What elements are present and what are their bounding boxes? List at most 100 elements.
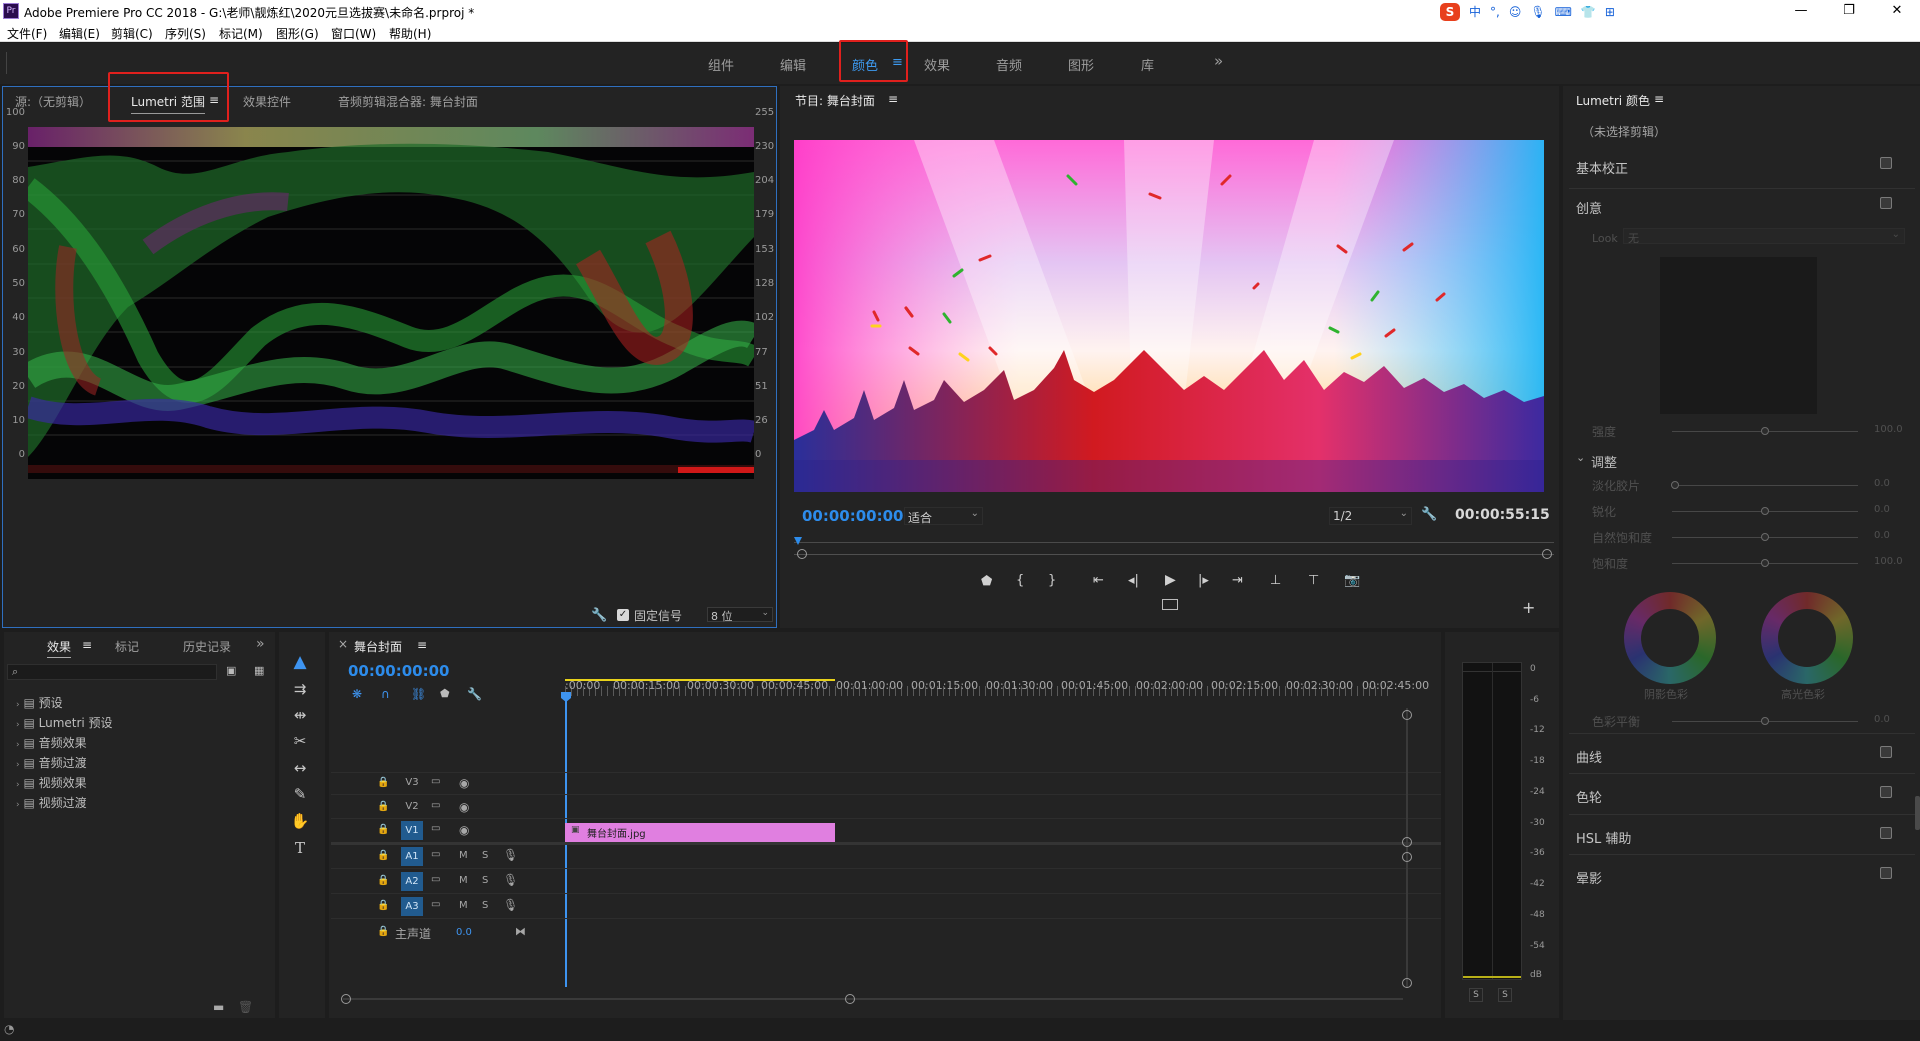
extract-icon[interactable]: ⊤ — [1308, 573, 1319, 588]
sharpen-value[interactable]: 0.0 — [1874, 504, 1890, 515]
mark-in-icon[interactable]: { — [1016, 573, 1024, 588]
section-creative[interactable]: 创意 — [1576, 198, 1602, 217]
lock-icon[interactable]: 🔒 — [377, 801, 389, 812]
go-to-out-icon[interactable]: ⇥ — [1232, 573, 1243, 588]
eye-icon[interactable]: ◉ — [459, 776, 469, 790]
track-label-v1[interactable]: V1 — [401, 821, 423, 840]
menu-window[interactable]: 窗口(W) — [331, 25, 376, 42]
eye-icon[interactable]: ◉ — [459, 823, 469, 837]
ime-emoji-icon[interactable]: ☺ — [1509, 5, 1522, 19]
voiceover-icon[interactable]: 🎙 — [503, 898, 518, 912]
lumetri-color-menu-icon[interactable]: ≡ — [1654, 92, 1664, 106]
menu-help[interactable]: 帮助(H) — [389, 25, 431, 42]
selection-tool-icon[interactable]: ▲ — [289, 651, 311, 673]
lock-icon[interactable]: 🔒 — [377, 824, 389, 835]
ime-lang-icon[interactable]: 中 — [1469, 3, 1481, 20]
program-monitor-menu-icon[interactable]: ≡ — [888, 92, 898, 106]
menu-file[interactable]: 文件(F) — [7, 25, 47, 42]
tab-effects[interactable]: 效果 — [47, 638, 72, 658]
lock-icon[interactable]: 🔒 — [377, 875, 389, 886]
workspace-tab-audio[interactable]: 音频 — [996, 55, 1022, 74]
sync-lock-icon[interactable]: ▭ — [431, 874, 440, 885]
faded-film-value[interactable]: 0.0 — [1874, 478, 1890, 489]
timeline-timecode[interactable]: 00:00:00:00 — [348, 662, 450, 680]
track-label-v3[interactable]: V3 — [401, 777, 423, 788]
snap-icon[interactable]: ∩ — [381, 687, 390, 701]
clamp-signal-checkbox[interactable]: ✓ — [617, 609, 629, 621]
lock-icon[interactable]: 🔒 — [377, 926, 389, 937]
ime-voice-icon[interactable]: 🎙 — [1530, 5, 1545, 19]
linked-selection-icon[interactable]: ⛓ — [411, 687, 426, 701]
highlight-tint-wheel[interactable] — [1761, 592, 1853, 684]
program-current-timecode[interactable]: 00:00:00:00 — [802, 507, 904, 525]
sync-lock-icon[interactable]: ▭ — [431, 823, 440, 834]
solo-right-button[interactable]: S — [1498, 988, 1512, 1002]
tab-audio-clip-mixer[interactable]: 音频剪辑混合器: 舞台封面 — [338, 93, 478, 110]
menu-marker[interactable]: 标记(M) — [219, 25, 263, 42]
step-back-icon[interactable]: ◂| — [1128, 573, 1139, 588]
comparison-view-icon[interactable] — [1162, 599, 1178, 610]
vertical-scrollbar[interactable] — [1406, 708, 1408, 988]
menu-edit[interactable]: 编辑(E) — [59, 25, 100, 42]
program-time-ruler[interactable] — [794, 534, 1554, 550]
voiceover-icon[interactable]: 🎙 — [503, 873, 518, 887]
track-label-v2[interactable]: V2 — [401, 801, 423, 812]
curves-checkbox[interactable] — [1880, 746, 1892, 758]
new-bin-icon[interactable]: ▬ — [213, 1000, 224, 1014]
workspace-overflow-button[interactable]: » — [1214, 52, 1223, 70]
workspace-tab-libraries[interactable]: 库 — [1141, 55, 1154, 74]
timeline-sequence-tab[interactable]: 舞台封面 — [354, 638, 402, 655]
pen-tool-icon[interactable]: ✎ — [289, 783, 311, 805]
panel-scrollbar[interactable] — [1915, 796, 1920, 830]
wrench-icon[interactable]: 🔧 — [1421, 507, 1437, 522]
zoom-handle-right[interactable] — [1542, 549, 1552, 559]
add-button-icon[interactable]: + — [1522, 598, 1535, 617]
tab-history[interactable]: 历史记录 — [183, 638, 231, 655]
scroll-handle[interactable] — [1402, 852, 1412, 862]
zoom-handle-left[interactable] — [797, 549, 807, 559]
workspace-tab-assembly[interactable]: 组件 — [708, 55, 734, 74]
play-icon[interactable]: ▶ — [1165, 572, 1176, 588]
menu-sequence[interactable]: 序列(S) — [165, 25, 206, 42]
effects-folder-presets[interactable]: › ▤ 预设 — [16, 694, 63, 711]
creative-checkbox[interactable] — [1880, 197, 1892, 209]
effects-folder-audio-effects[interactable]: › ▤ 音频效果 — [16, 734, 87, 751]
export-frame-icon[interactable]: 📷 — [1344, 573, 1360, 588]
section-curves[interactable]: 曲线 — [1576, 747, 1602, 766]
minimize-button[interactable]: — — [1778, 0, 1824, 23]
faded-film-slider[interactable] — [1672, 485, 1858, 486]
bit-depth-select[interactable]: 8 位 ⌄ — [707, 607, 773, 623]
mute-button[interactable]: M — [459, 875, 468, 886]
sync-lock-icon[interactable]: ▭ — [431, 849, 440, 860]
effects-folder-lumetri-presets[interactable]: › ▤ Lumetri 预设 — [16, 714, 113, 731]
intensity-slider-handle[interactable] — [1761, 427, 1769, 435]
hsl-secondary-checkbox[interactable] — [1880, 827, 1892, 839]
horizontal-scrollbar[interactable] — [343, 998, 1403, 1000]
nest-toggle-icon[interactable]: ❋ — [352, 687, 362, 701]
lock-icon[interactable]: 🔒 — [377, 900, 389, 911]
lift-icon[interactable]: ⊥ — [1270, 573, 1281, 588]
mark-out-icon[interactable]: } — [1048, 573, 1056, 588]
faded-film-slider-handle[interactable] — [1671, 481, 1679, 489]
workspace-tab-effects[interactable]: 效果 — [924, 55, 950, 74]
color-balance-slider-handle[interactable] — [1761, 717, 1769, 725]
tab-markers[interactable]: 标记 — [115, 638, 139, 655]
solo-button[interactable]: S — [482, 900, 488, 911]
add-marker-icon[interactable]: ⬟ — [440, 687, 450, 700]
mute-button[interactable]: M — [459, 850, 468, 861]
go-to-in-icon[interactable]: ⇤ — [1093, 573, 1104, 588]
master-ends-icon[interactable]: ⧓ — [515, 925, 526, 938]
color-balance-value[interactable]: 0.0 — [1874, 714, 1890, 725]
voiceover-icon[interactable]: 🎙 — [503, 848, 518, 862]
look-select[interactable]: 无 ⌄ — [1623, 228, 1905, 245]
razor-tool-icon[interactable]: ✂ — [289, 730, 311, 752]
vibrance-value[interactable]: 0.0 — [1874, 530, 1890, 541]
ripple-edit-tool-icon[interactable]: ⇹ — [289, 704, 311, 726]
accelerated-effects-icon[interactable]: ▣ — [226, 664, 236, 677]
menu-clip[interactable]: 剪辑(C) — [111, 25, 153, 42]
scroll-handle[interactable] — [1402, 978, 1412, 988]
shadow-tint-wheel[interactable] — [1624, 592, 1716, 684]
effects-search-input[interactable]: ⌕ — [7, 664, 217, 680]
master-volume-value[interactable]: 0.0 — [456, 927, 472, 938]
wrench-icon[interactable]: 🔧 — [467, 687, 482, 701]
